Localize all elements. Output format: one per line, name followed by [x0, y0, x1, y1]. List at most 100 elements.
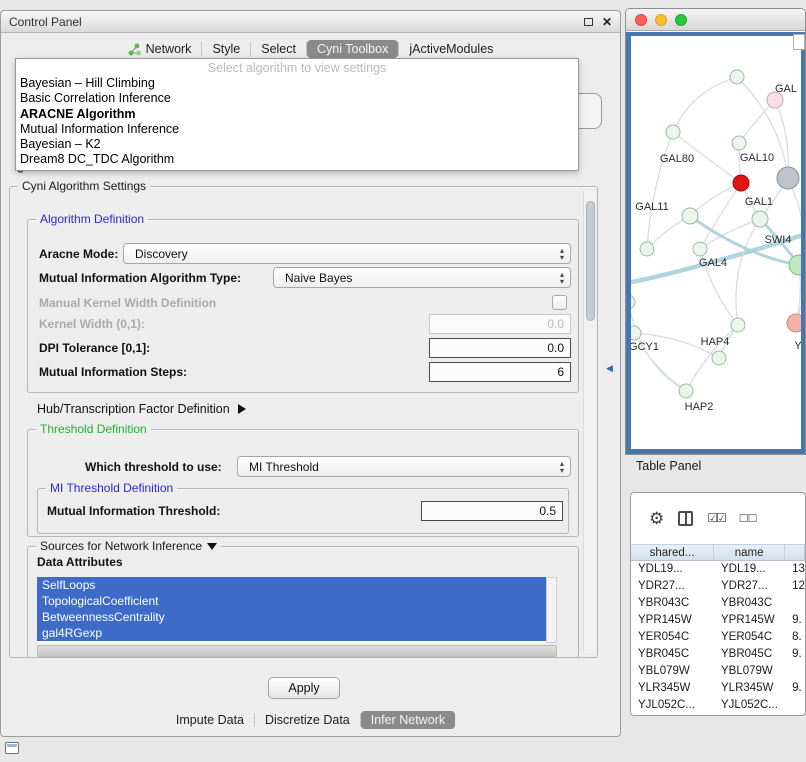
float-window-icon[interactable] [584, 18, 593, 26]
zoom-traffic-light[interactable] [675, 14, 687, 26]
sources-group-title[interactable]: Sources for Network Inference [36, 539, 221, 554]
table-row[interactable]: YLR345WYLR345W9. [631, 680, 805, 697]
network-node[interactable] [631, 295, 635, 309]
columns-icon[interactable] [678, 511, 693, 526]
data-attributes-label: Data Attributes [37, 555, 123, 570]
attribute-item-selfloops[interactable]: SelfLoops [37, 577, 546, 593]
table-body: YDL19...YDL19...13YDR27...YDR27...12YBR0… [631, 561, 805, 715]
table-row[interactable]: YPR145WYPR145W9. [631, 612, 805, 629]
network-node-swi4[interactable] [789, 255, 801, 275]
table-row[interactable]: YJL052C...YJL052C... [631, 697, 805, 714]
network-window-titlebar[interactable] [626, 9, 805, 31]
window-title: Control Panel [9, 15, 82, 29]
network-edge[interactable] [647, 132, 673, 249]
table-row[interactable]: YBR045CYBR045C9. [631, 646, 805, 663]
tab-impute-data[interactable]: Impute Data [166, 711, 254, 729]
column-header-name[interactable]: name [714, 545, 785, 560]
network-node-hap4[interactable] [712, 351, 726, 365]
table-header-row: shared...name [631, 544, 805, 561]
mi-threshold-group-title: MI Threshold Definition [46, 481, 177, 496]
algorithm-option-bayesian-k2[interactable]: Bayesian – K2 [16, 137, 578, 152]
network-node[interactable] [777, 167, 799, 189]
tab-label: Network [146, 42, 192, 56]
attribute-item-topologicalcoefficient[interactable]: TopologicalCoefficient [37, 593, 546, 609]
collapse-panel-arrow-icon[interactable]: ◀ [606, 364, 613, 373]
hub-section-label: Hub/Transcription Factor Definition [37, 402, 230, 416]
network-node-gal4[interactable] [693, 242, 707, 256]
algorithm-option-basic-correlation-inference[interactable]: Basic Correlation Inference [16, 91, 578, 106]
kernel-width-field[interactable]: 0.0 [429, 314, 571, 334]
tab-infer-network[interactable]: Infer Network [361, 711, 455, 729]
which-threshold-select[interactable]: MI Threshold [237, 456, 571, 477]
node-label: GAL1 [745, 196, 773, 208]
network-node-y[interactable] [787, 314, 801, 332]
column-header-shared[interactable]: shared... [631, 545, 714, 560]
network-node[interactable] [733, 175, 749, 191]
node-label: GAL10 [740, 152, 774, 164]
table-row[interactable]: YBR043CYBR043C [631, 595, 805, 612]
network-node-gcy1[interactable] [631, 326, 641, 340]
algorithm-option-aracne-algorithm[interactable]: ARACNE Algorithm [16, 107, 578, 122]
algorithm-option-mutual-information-inference[interactable]: Mutual Information Inference [16, 122, 578, 137]
table-row[interactable]: YDL19...YDL19...13 [631, 561, 805, 578]
apply-button[interactable]: Apply [268, 677, 340, 699]
network-node-gal80[interactable] [666, 125, 680, 139]
algorithm-option-bayesian-hill-climbing[interactable]: Bayesian – Hill Climbing [16, 76, 578, 91]
network-edge[interactable] [736, 219, 760, 325]
network-node-gal1[interactable] [752, 211, 768, 227]
algorithm-option-dream8-dc-tdc-algorithm[interactable]: Dream8 DC_TDC Algorithm [16, 152, 578, 167]
table-row[interactable]: YER054CYER054C8. [631, 629, 805, 646]
control-panel-titlebar[interactable]: Control Panel ✕ [1, 11, 620, 33]
combo-arrows-icon [560, 460, 564, 474]
network-scrollbar-fragment [793, 34, 805, 50]
aracne-mode-select[interactable]: Discovery [123, 243, 571, 264]
column-header-col2[interactable] [785, 545, 805, 560]
tab-select[interactable]: Select [251, 40, 306, 58]
attribute-item-betweennesscentrality[interactable]: BetweennessCentrality [37, 609, 546, 625]
dpi-tolerance-field[interactable]: 0.0 [429, 338, 571, 358]
sources-title-text: Sources for Network Inference [40, 539, 202, 554]
settings-group-title: Cyni Algorithm Settings [18, 179, 150, 194]
panel-dock-icon[interactable] [5, 742, 19, 754]
tab-style[interactable]: Style [202, 40, 250, 58]
table-cell: YBR043C [714, 595, 785, 612]
mi-threshold-field[interactable]: 0.5 [421, 501, 563, 521]
settings-scrollbar-thumb[interactable] [586, 201, 595, 321]
network-node-gal11[interactable] [682, 208, 698, 224]
table-row[interactable]: YDR27...YDR27...12 [631, 578, 805, 595]
minimize-traffic-light[interactable] [655, 14, 667, 26]
close-traffic-light[interactable] [635, 14, 647, 26]
network-node[interactable] [640, 242, 654, 256]
attributes-horizontal-scrollbar[interactable] [37, 645, 557, 657]
hub-transcription-section[interactable]: Hub/Transcription Factor Definition [37, 402, 246, 416]
tab-jactivemodules[interactable]: jActiveModules [399, 40, 503, 58]
gear-icon[interactable]: ⚙ [649, 510, 664, 527]
manual-kernel-checkbox[interactable] [552, 295, 567, 310]
checked-boxes-icon[interactable]: ☑☑ [707, 511, 725, 525]
mi-type-select[interactable]: Naive Bayes [273, 267, 571, 288]
tab-network[interactable]: Network [118, 40, 202, 58]
network-node[interactable] [730, 70, 744, 84]
network-view-window: GALGAL80GAL10GAL11GAL1SWI4GAL4YHAP4HAP2G… [625, 8, 806, 455]
settings-scrollbar[interactable] [583, 191, 596, 653]
node-label: GAL [775, 83, 797, 95]
data-attributes-list[interactable]: SelfLoopsTopologicalCoefficientBetweenne… [37, 577, 557, 643]
mi-steps-field[interactable]: 6 [429, 362, 571, 382]
unchecked-boxes-icon[interactable]: ☐☐ [739, 512, 757, 525]
network-canvas[interactable]: GALGAL80GAL10GAL11GAL1SWI4GAL4YHAP4HAP2G… [631, 36, 801, 449]
tab-cyni-toolbox[interactable]: Cyni Toolbox [307, 40, 398, 58]
close-window-icon[interactable]: ✕ [602, 16, 612, 28]
table-panel-window: ⚙ ☑☑ ☐☐ shared...name YDL19...YDL19...13… [630, 492, 806, 716]
tab-discretize-data[interactable]: Discretize Data [255, 711, 360, 729]
attributes-scrollbar[interactable] [546, 577, 557, 643]
table-row[interactable]: YBL079WYBL079W [631, 663, 805, 680]
network-edge[interactable] [690, 183, 741, 216]
node-label: HAP2 [685, 401, 714, 413]
table-cell: YBR043C [631, 595, 714, 612]
network-node[interactable] [731, 318, 745, 332]
attribute-item-gal4rgexp[interactable]: gal4RGexp [37, 625, 546, 641]
network-edge[interactable] [673, 77, 737, 132]
network-node-gal10[interactable] [732, 136, 746, 150]
network-node-hap2[interactable] [679, 384, 693, 398]
table-cell: YDL19... [714, 561, 785, 578]
